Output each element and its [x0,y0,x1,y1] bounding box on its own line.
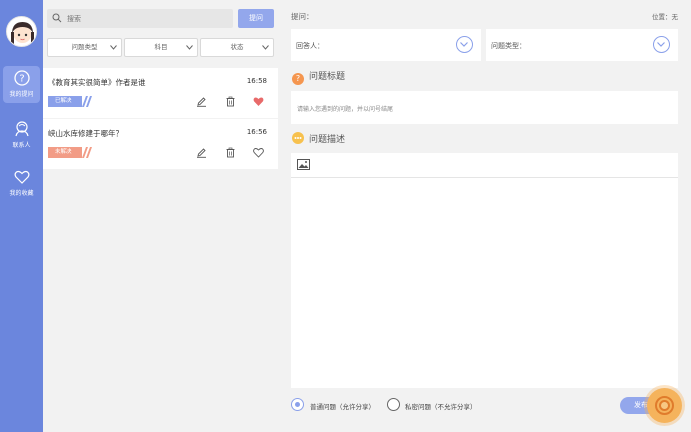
sidebar-item-label: 我的提问 [9,91,34,98]
chevron-down-icon [262,45,269,50]
radio-public[interactable] [291,398,304,411]
description-editor[interactable] [291,153,678,388]
question-mark-icon: ? [292,73,304,85]
ellipsis-icon [292,132,304,144]
radio-public-label: 普通问题（允许分享） [310,403,375,411]
chevron-down-icon[interactable] [456,36,473,53]
question-time: 16:56 [246,128,267,136]
chevron-down-icon [110,45,117,50]
edit-icon[interactable] [196,147,207,158]
sidebar-item-contacts[interactable]: 联系人 [0,117,43,154]
ask-form-panel: 提问： 位置：无 回答人： 问题类型： ? 问题标题 请输入您遇到的问题，并以问号… [278,0,691,432]
position-label: 位置：无 [652,13,678,21]
question-time: 16:58 [246,77,267,85]
chevron-down-icon[interactable] [653,36,670,53]
description-section-heading: 问题描述 [292,132,345,145]
delete-icon[interactable] [225,147,236,158]
answerer-select[interactable]: 回答人： [291,29,481,61]
radio-private[interactable] [387,398,400,411]
status-badge: 未解决 [48,147,92,158]
sidebar-item-label: 我的收藏 [9,190,34,197]
sidebar-item-favorites[interactable]: 我的收藏 [0,165,43,202]
status-badge: 已解决 [48,96,92,107]
title-placeholder: 请输入您遇到的问题，并以问号结尾 [297,106,394,113]
status-badge-label: 已解决 [55,98,72,104]
filter-label: 问题类型 [71,43,98,51]
filter-label: 状态 [230,43,244,51]
editor-toolbar [291,153,678,178]
question-type-label: 问题类型： [491,42,526,50]
question-icon: ? [13,70,30,86]
title-section-heading: ? 问题标题 [292,69,345,85]
delete-icon[interactable] [225,96,236,107]
status-badge-label: 未解决 [55,149,72,155]
heart-icon [14,170,29,184]
search-box[interactable] [47,9,233,28]
image-icon[interactable] [297,159,310,170]
answerer-label: 回答人： [296,42,324,50]
question-type-select[interactable]: 问题类型： [486,29,678,61]
filter-question-type[interactable]: 问题类型 [47,38,122,57]
fab-core-icon [659,400,670,411]
svg-text:?: ? [19,74,24,85]
sidebar-item-label: 联系人 [12,142,31,149]
avatar[interactable] [6,16,37,47]
question-title: 峡山水库修建于哪年？ [48,129,123,138]
section-label: 问题描述 [309,135,346,145]
stripes-decoration [82,147,92,158]
edit-icon[interactable] [196,96,207,107]
search-input[interactable] [67,12,227,25]
ask-button[interactable]: 提问 [238,9,274,28]
contacts-icon [14,121,29,137]
question-title: 《教育其实很简单》作者是谁 [48,78,146,87]
favorite-heart-icon[interactable] [253,96,264,107]
ask-label: 提问： [291,12,314,21]
sidebar: ? 我的提问 联系人 我的收藏 [0,0,43,432]
floating-assistive-button[interactable] [647,388,682,423]
radio-private-label: 私密问题（不允许分享） [405,403,477,411]
chevron-down-icon [186,45,193,50]
stripes-decoration [82,96,92,107]
filter-status[interactable]: 状态 [200,38,274,57]
section-label: 问题标题 [309,72,346,82]
sidebar-item-my-questions[interactable]: ? 我的提问 [3,66,40,103]
question-list-panel: 提问 问题类型 科目 状态 《教育其实很简单》作者是谁 16:58 已解决 [43,0,278,432]
question-title-input[interactable]: 请输入您遇到的问题，并以问号结尾 [291,91,678,124]
favorite-heart-icon[interactable] [253,147,264,158]
filter-label: 科目 [154,43,168,51]
list-item[interactable]: 峡山水库修建于哪年？ 16:56 未解决 [43,119,278,169]
list-item[interactable]: 《教育其实很简单》作者是谁 16:58 已解决 [43,68,278,118]
filter-subject[interactable]: 科目 [124,38,198,57]
search-icon [52,13,62,23]
